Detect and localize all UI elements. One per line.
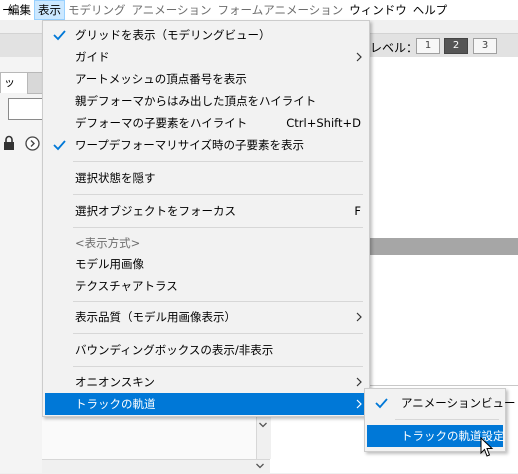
chevron-down-icon[interactable] (255, 461, 265, 471)
menu-item-texture-atlas[interactable]: テクスチャアトラス (45, 275, 367, 297)
menu-item-guide[interactable]: ガイド (45, 46, 367, 68)
menu-modeling[interactable]: モデリング (65, 0, 129, 20)
menu-item-highlight-deformer-children[interactable]: デフォーマの子要素をハイライト Ctrl+Shift+D (45, 112, 367, 134)
menu-item-bounding-box[interactable]: バウンディングボックスの表示/非表示 (45, 339, 367, 361)
level-2-button[interactable]: 2 (444, 38, 468, 54)
chevron-right-icon (356, 52, 362, 62)
menu-item-vertex-numbers[interactable]: アートメッシュの頂点番号を表示 (45, 68, 367, 90)
view-menu-dropdown: グリッドを表示（モデリングビュー） ガイド アートメッシュの頂点番号を表示 親デ… (42, 20, 370, 417)
menu-item-focus-selection[interactable]: 選択オブジェクトをフォーカス F (45, 200, 367, 222)
mouse-cursor-icon (480, 437, 494, 457)
horizontal-scrollbar[interactable] (42, 459, 270, 474)
check-icon (375, 398, 388, 409)
menu-view[interactable]: 表示 (34, 0, 65, 20)
menu-help[interactable]: ヘルプ (410, 0, 451, 20)
menu-separator (73, 333, 363, 334)
chevron-right-icon (356, 377, 362, 387)
check-icon (53, 30, 66, 41)
left-search-input[interactable] (8, 98, 44, 120)
left-panel-tab-2[interactable] (27, 72, 43, 94)
menu-item-show-grid[interactable]: グリッドを表示（モデリングビュー） (45, 24, 367, 46)
menu-item-display-quality[interactable]: 表示品質（モデル用画像表示） (45, 306, 367, 328)
check-icon (53, 140, 66, 151)
canvas-band (370, 238, 518, 255)
chevron-right-icon (356, 399, 362, 409)
menu-animation[interactable]: アニメーション (129, 0, 215, 20)
lock-icon[interactable] (2, 135, 16, 151)
menu-separator (73, 366, 363, 367)
level-3-button[interactable]: 3 (473, 38, 497, 54)
menu-separator (73, 227, 363, 228)
menu-item-model-image[interactable]: モデル用画像 (45, 253, 367, 275)
menu-item-warp-resize-children[interactable]: ワープデフォーマリサイズ時の子要素を表示 (45, 134, 367, 156)
menubar: ー 編集 表示 モデリング アニメーション フォームアニメーション ウィンドウ … (0, 0, 518, 20)
shortcut-label: Ctrl+Shift+D (286, 116, 361, 130)
chevron-right-circle-icon[interactable] (25, 136, 40, 151)
menu-form-animation[interactable]: フォームアニメーション (215, 0, 347, 20)
level-label: レベル： (370, 41, 419, 55)
menu-separator (73, 301, 363, 302)
menu-item-track-trajectory[interactable]: トラックの軌道 (45, 393, 367, 415)
menu-separator (73, 161, 363, 162)
canvas-divider (370, 385, 518, 386)
menu-item-onion-skin[interactable]: オニオンスキン (45, 371, 367, 393)
shortcut-label: F (354, 204, 361, 218)
menu-item-display-mode-header: <表示方式> (75, 236, 141, 250)
chevron-down-icon[interactable] (258, 420, 268, 430)
menu-separator (395, 419, 499, 420)
menu-cut-item[interactable]: ー (0, 0, 14, 20)
menu-separator (73, 194, 363, 195)
menu-edit[interactable]: 編集 (5, 0, 34, 20)
level-1-button[interactable]: 1 (416, 38, 440, 54)
menu-item-highlight-outside-vertices[interactable]: 親デフォーマからはみ出した頂点をハイライト (45, 90, 367, 112)
menu-window[interactable]: ウィンドウ (346, 0, 410, 20)
submenu-item-animation-view[interactable]: アニメーションビュー (367, 392, 516, 414)
menu-item-hide-selection[interactable]: 選択状態を隠す (45, 167, 367, 189)
chevron-right-icon (356, 312, 362, 322)
